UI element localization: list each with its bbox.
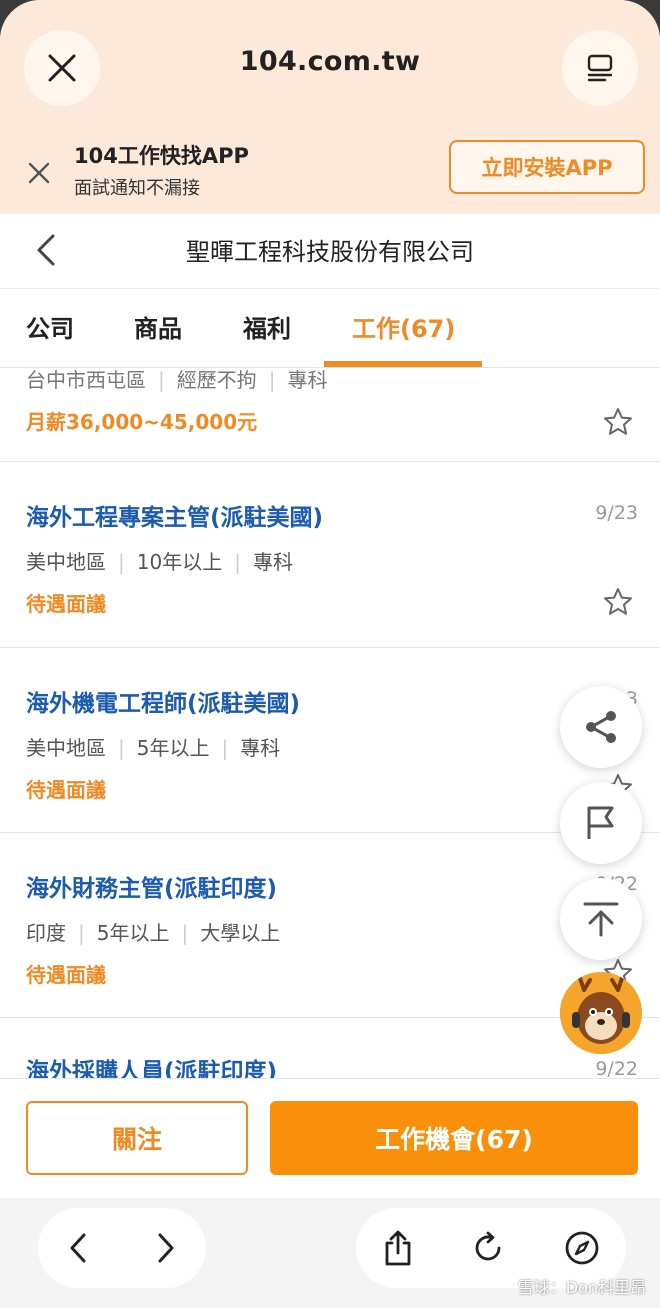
- job-location: 美中地區: [26, 736, 106, 760]
- app-install-banner: 104工作快找APP 面試通知不漏接 立即安裝APP: [0, 132, 660, 214]
- job-meta: 美中地區 | 5年以上 | 專科: [26, 736, 281, 760]
- job-experience: 5年以上: [96, 921, 170, 945]
- menu-list-icon: [587, 54, 613, 82]
- mascot-assistant-button[interactable]: [560, 972, 642, 1054]
- job-meta: 台中市西屯區 | 經歷不拘 | 專科: [26, 368, 328, 392]
- close-icon: [28, 162, 50, 184]
- navigation-pill: [38, 1208, 206, 1288]
- tab-company[interactable]: 公司: [26, 309, 74, 344]
- banner-subtitle: 面試通知不漏接: [74, 178, 200, 199]
- job-experience: 5年以上: [136, 736, 210, 760]
- arrow-to-top-icon: [583, 902, 619, 937]
- job-location: 台中市西屯區: [26, 368, 146, 392]
- scroll-top-button[interactable]: [560, 878, 642, 960]
- job-meta: 印度 | 5年以上 | 大學以上: [26, 921, 281, 945]
- browser-top-bar: 104.com.tw 104工作快找APP 面試通知不漏接 立即安裝APP: [0, 0, 660, 214]
- reader-menu-button[interactable]: [562, 30, 638, 106]
- job-education: 專科: [240, 736, 281, 760]
- flag-icon: [587, 806, 614, 839]
- job-date: 9/23: [595, 502, 638, 524]
- job-education: 專科: [252, 550, 293, 574]
- job-title[interactable]: 海外工程專案主管(派駐美國): [26, 498, 323, 532]
- browser-forward-button[interactable]: [146, 1228, 186, 1268]
- reload-button[interactable]: [468, 1228, 508, 1268]
- job-item[interactable]: 海外工程專案主管(派駐美國) 9/23 美中地區 | 10年以上 | 專科 待遇面議: [0, 462, 660, 648]
- open-in-safari-button[interactable]: [562, 1228, 602, 1268]
- page-header: 聖暉工程科技股份有限公司: [0, 214, 660, 288]
- job-salary: 待遇面議: [26, 963, 106, 987]
- share-icon: [586, 711, 616, 743]
- star-icon[interactable]: [602, 406, 634, 438]
- job-item[interactable]: 海外採購人員(派駐印度) 9/22: [0, 1018, 660, 1078]
- phone-screen: 104.com.tw 104工作快找APP 面試通知不漏接 立即安裝APP 聖暉…: [0, 0, 660, 1308]
- bottom-action-bar: 關注 工作機會(67): [0, 1078, 660, 1198]
- share-page-button[interactable]: [378, 1228, 418, 1268]
- deer-mascot-icon: [560, 972, 642, 1054]
- follow-button[interactable]: 關注: [26, 1101, 248, 1175]
- tab-bar: 公司 商品 福利 工作(67): [0, 288, 660, 368]
- job-opportunities-button[interactable]: 工作機會(67): [270, 1101, 638, 1175]
- banner-title: 104工作快找APP: [74, 144, 249, 168]
- chevron-left-icon: [70, 1233, 86, 1263]
- job-title[interactable]: 海外財務主管(派駐印度): [26, 869, 277, 903]
- share-upload-icon: [385, 1230, 411, 1266]
- tab-jobs[interactable]: 工作(67): [352, 309, 455, 344]
- banner-close-button[interactable]: [20, 154, 58, 192]
- job-experience: 10年以上: [136, 550, 223, 574]
- install-app-button[interactable]: 立即安裝APP: [449, 140, 645, 194]
- active-tab-indicator: [324, 361, 482, 367]
- job-salary: 月薪36,000~45,000元: [26, 410, 258, 434]
- compass-icon: [565, 1231, 599, 1265]
- job-date: 9/22: [595, 1058, 638, 1078]
- job-salary: 待遇面議: [26, 592, 106, 616]
- browser-back-button[interactable]: [58, 1228, 98, 1268]
- browser-bottom-toolbar: 雪球：Don科里昂: [0, 1198, 660, 1308]
- job-item[interactable]: 海外機電工程師(派駐美國) 9/23 美中地區|5年以上|專科 待遇面議: [0, 648, 660, 833]
- job-location: 印度: [26, 921, 66, 945]
- watermark-text: 雪球：Don科里昂: [517, 1278, 646, 1297]
- chevron-right-icon: [158, 1233, 174, 1263]
- job-education: 專科: [287, 368, 328, 392]
- star-icon[interactable]: [602, 586, 634, 618]
- reload-icon: [475, 1231, 501, 1261]
- job-item[interactable]: 台中市西屯區 | 經歷不拘 | 專科 月薪36,000~45,000元: [0, 368, 660, 462]
- job-meta: 美中地區 | 10年以上 | 專科: [26, 550, 293, 574]
- page-title: 聖暉工程科技股份有限公司: [186, 238, 474, 266]
- job-experience: 經歷不拘: [176, 368, 257, 392]
- job-education: 大學以上: [200, 921, 281, 945]
- job-location: 美中地區: [26, 550, 106, 574]
- share-button[interactable]: [560, 686, 642, 768]
- report-button[interactable]: [560, 782, 642, 864]
- job-salary: 待遇面議: [26, 778, 106, 802]
- job-title[interactable]: 海外採購人員(派駐印度): [26, 1052, 277, 1078]
- url-text[interactable]: 104.com.tw: [0, 46, 660, 77]
- tab-products[interactable]: 商品: [134, 309, 182, 344]
- job-title[interactable]: 海外機電工程師(派駐美國): [26, 684, 300, 718]
- tab-benefits[interactable]: 福利: [243, 309, 291, 344]
